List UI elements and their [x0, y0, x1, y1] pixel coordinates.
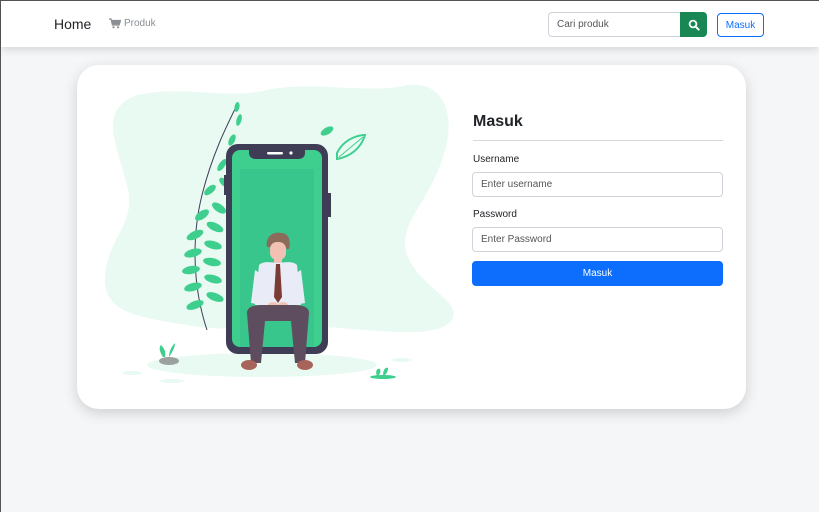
nav-produk-link[interactable]: Produk: [109, 18, 156, 29]
cart-icon: [109, 18, 121, 29]
nav-home-link[interactable]: Home: [54, 16, 91, 32]
nav-login-button[interactable]: Masuk: [717, 13, 764, 37]
nav-produk-label: Produk: [124, 18, 156, 29]
search-input[interactable]: [548, 12, 681, 37]
navbar: Home Produk Masuk: [1, 1, 819, 47]
login-submit-button[interactable]: Masuk: [472, 261, 723, 286]
login-card: Masuk Username Password Masuk: [77, 65, 746, 409]
username-field[interactable]: [472, 172, 723, 197]
person-phone-illustration: [104, 84, 454, 383]
title-divider: [473, 140, 723, 141]
username-label: Username: [473, 154, 520, 165]
search-icon: [688, 19, 700, 31]
password-label: Password: [473, 209, 517, 220]
search-button[interactable]: [680, 12, 707, 37]
login-title: Masuk: [473, 113, 523, 130]
password-field[interactable]: [472, 227, 723, 252]
